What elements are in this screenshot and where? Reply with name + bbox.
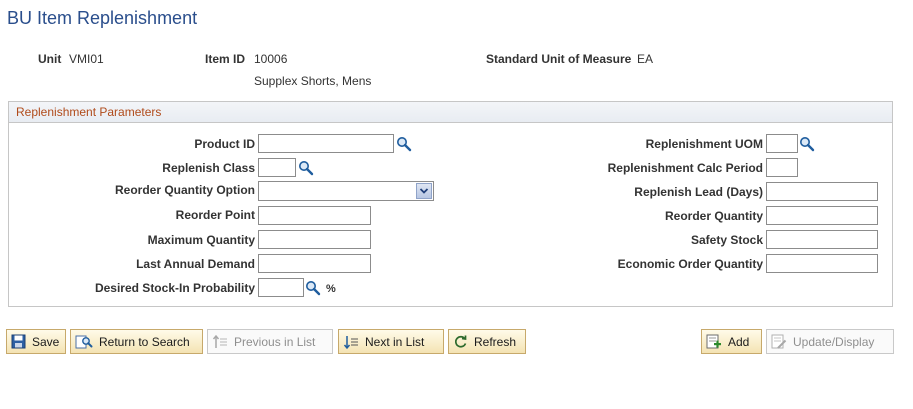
safety-stock-label: Safety Stock (690, 233, 763, 247)
maximum-qty-label: Maximum Quantity (147, 233, 255, 247)
update-display-button[interactable]: Update/Display (766, 329, 894, 354)
chevron-down-icon (419, 188, 429, 194)
replenish-class-input[interactable] (258, 158, 296, 177)
eoq-label: Economic Order Quantity (617, 257, 763, 271)
previous-in-list-button[interactable]: Previous in List (207, 329, 333, 354)
reorder-point-label: Reorder Point (175, 208, 255, 222)
eoq-input[interactable] (766, 254, 878, 273)
save-button[interactable]: Save (6, 329, 66, 354)
replenishment-uom-lookup-icon[interactable] (799, 136, 815, 152)
replenish-class-lookup-icon[interactable] (298, 160, 314, 176)
replenishment-uom-input[interactable] (766, 134, 798, 153)
save-icon (11, 334, 26, 349)
calc-period-label: Replenishment Calc Period (607, 161, 763, 175)
next-in-list-button[interactable]: Next in List (338, 329, 444, 354)
product-id-input[interactable] (258, 134, 394, 153)
maximum-qty-input[interactable] (258, 230, 371, 249)
add-icon (706, 334, 721, 348)
percent-suffix: % (326, 283, 336, 295)
update-display-icon (771, 334, 787, 349)
item-id-label: Item ID (205, 52, 246, 66)
group-title: Replenishment Parameters (16, 105, 162, 119)
replenishment-parameters-group: Replenishment Parameters (8, 101, 893, 307)
reorder-qty-option-select[interactable] (258, 181, 434, 201)
desired-stock-prob-label: Desired Stock-In Probability (94, 281, 255, 295)
calc-period-input[interactable] (766, 158, 798, 177)
reorder-qty-input[interactable] (766, 206, 878, 225)
save-label: Save (32, 334, 60, 349)
reorder-qty-label: Reorder Quantity (664, 209, 763, 223)
unit-label: Unit (38, 52, 62, 66)
replenishment-uom-label: Replenishment UOM (645, 137, 763, 151)
last-annual-demand-label: Last Annual Demand (136, 257, 255, 271)
next-in-list-label: Next in List (365, 334, 425, 349)
refresh-label: Refresh (474, 334, 517, 349)
safety-stock-input[interactable] (766, 230, 878, 249)
dropdown-arrow[interactable] (416, 183, 432, 199)
std-uom-label: Standard Unit of Measure (486, 52, 632, 66)
return-to-search-icon (75, 335, 93, 348)
return-to-search-label: Return to Search (99, 334, 190, 349)
group-header: Replenishment Parameters (9, 102, 892, 123)
item-id-value: 10006 (254, 52, 288, 66)
desired-stock-prob-lookup-icon[interactable] (305, 280, 321, 296)
refresh-button[interactable]: Refresh (448, 329, 526, 354)
item-description: Supplex Shorts, Mens (254, 74, 372, 88)
product-id-label: Product ID (194, 137, 255, 151)
return-to-search-button[interactable]: Return to Search (70, 329, 203, 354)
replenish-class-label: Replenish Class (162, 161, 255, 175)
lead-days-label: Replenish Lead (Days) (634, 185, 763, 199)
next-in-list-icon (343, 335, 358, 349)
lead-days-input[interactable] (766, 182, 878, 201)
unit-value: VMI01 (69, 52, 104, 66)
reorder-point-input[interactable] (258, 206, 371, 225)
update-display-label: Update/Display (793, 334, 875, 349)
std-uom-value: EA (637, 52, 654, 66)
page-title: BU Item Replenishment (7, 8, 198, 28)
desired-stock-prob-input[interactable] (258, 278, 304, 297)
previous-in-list-icon (212, 334, 227, 348)
previous-in-list-label: Previous in List (234, 334, 316, 349)
last-annual-demand-input[interactable] (258, 254, 371, 273)
add-button[interactable]: Add (701, 329, 762, 354)
add-label: Add (728, 334, 750, 349)
product-id-lookup-icon[interactable] (396, 136, 412, 152)
reorder-qty-option-label: Reorder Quantity Option (114, 183, 255, 197)
refresh-icon (454, 335, 467, 348)
